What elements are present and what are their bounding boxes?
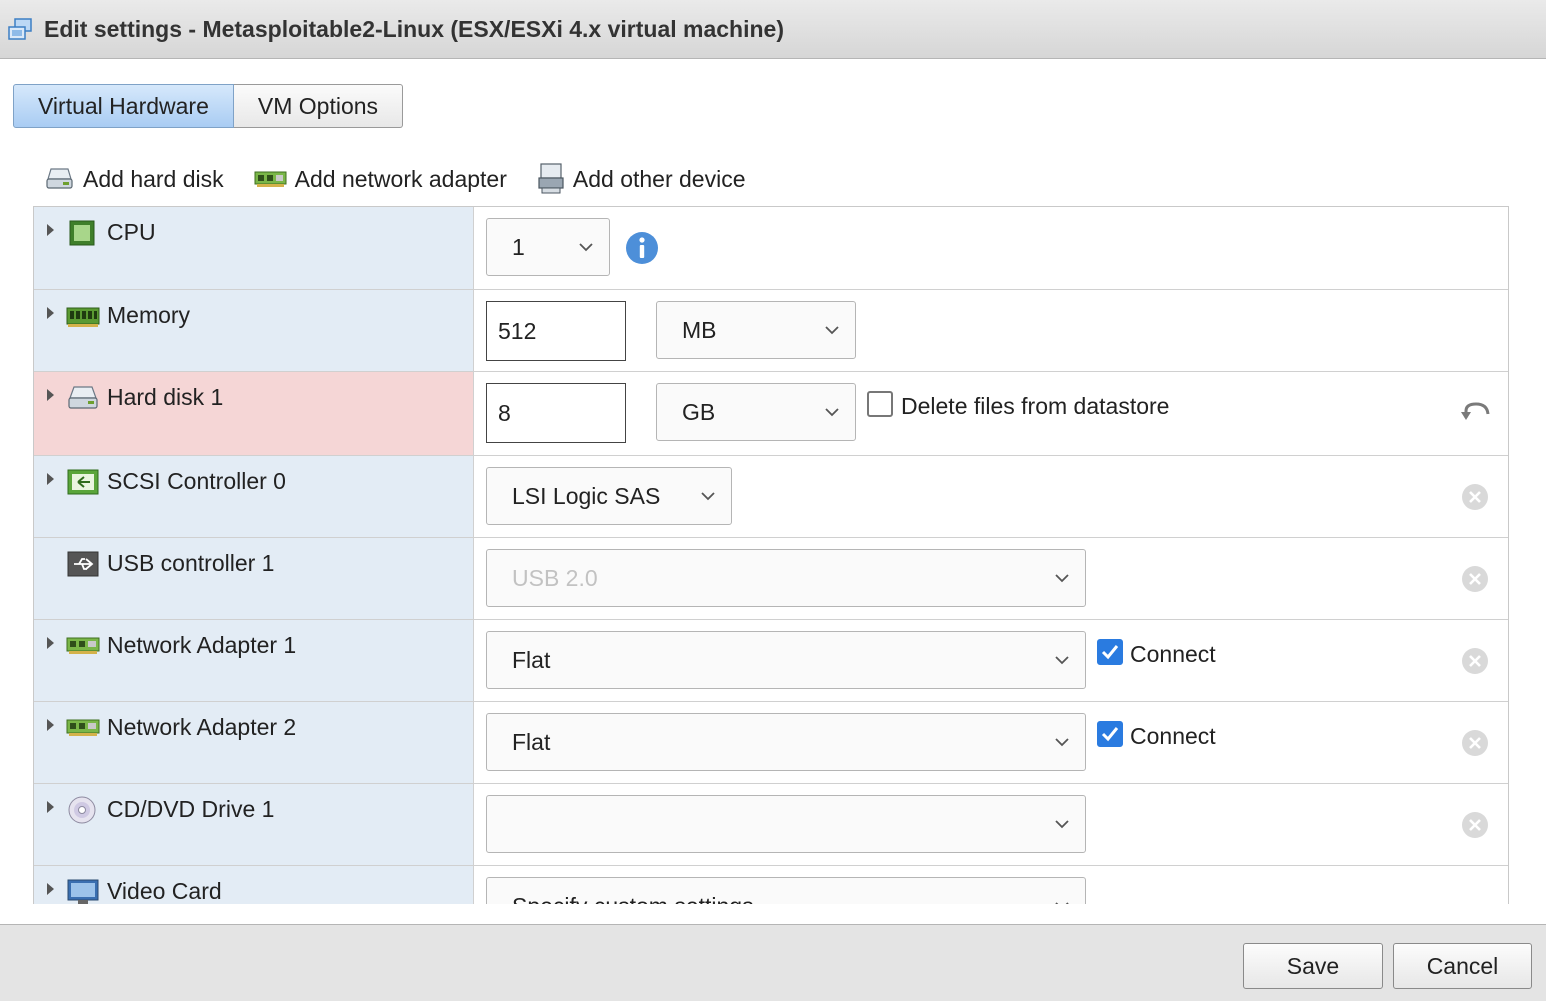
scsi-icon (67, 469, 99, 495)
add-other-device-label: Add other device (572, 165, 746, 192)
dialog-title: Edit settings - Metasploitable2-Linux (E… (44, 16, 784, 42)
device-label: Video Card (107, 878, 222, 904)
tab-virtual-hardware[interactable]: Virtual Hardware (13, 84, 234, 128)
scsi-type-select[interactable]: LSI Logic SAS (486, 467, 732, 525)
add-other-device-button[interactable]: Add other device (537, 163, 746, 195)
expand-caret[interactable] (47, 637, 54, 649)
memory-icon (66, 307, 100, 327)
add-network-adapter-button[interactable]: Add network adapter (254, 166, 507, 193)
checkmark-icon (1101, 727, 1119, 742)
connect-checkbox[interactable] (1097, 721, 1123, 747)
device-label: CPU (107, 219, 156, 245)
device-label: Network Adapter 1 (107, 632, 297, 658)
device-row-usb-controller-1: USB controller 1 USB 2.0 (34, 538, 1508, 620)
delete-files-label: Delete files from datastore (901, 393, 1170, 419)
device-row-cpu: CPU 1 (34, 207, 1508, 290)
delete-files-checkbox[interactable] (867, 391, 893, 417)
cpu-icon (69, 220, 95, 246)
cd-dvd-select[interactable] (486, 795, 1086, 853)
monitor-icon (67, 879, 99, 904)
info-icon[interactable] (625, 231, 659, 265)
hard-disk-icon (68, 386, 98, 409)
expand-caret[interactable] (47, 473, 54, 485)
device-label: USB controller 1 (107, 550, 275, 576)
disk-size-input[interactable]: 8 (486, 383, 626, 443)
add-hard-disk-button[interactable]: Add hard disk (44, 165, 224, 193)
connect-label: Connect (1130, 641, 1216, 667)
cd-dvd-icon (68, 796, 96, 824)
dialog-footer: Save Cancel (0, 924, 1546, 1001)
device-row-network-adapter-2: Network Adapter 2 Flat Connect (34, 702, 1508, 784)
device-row-cd-dvd-drive-1: CD/DVD Drive 1 (34, 784, 1508, 866)
network-card-icon (254, 171, 287, 187)
chevron-down-icon (579, 243, 593, 252)
network-card-icon (66, 637, 100, 654)
device-label: Memory (107, 302, 191, 328)
undo-icon[interactable] (1460, 398, 1492, 426)
tab-vm-options[interactable]: VM Options (233, 84, 404, 128)
expand-caret[interactable] (47, 307, 54, 319)
remove-device-icon[interactable] (1461, 647, 1489, 675)
device-label: Network Adapter 2 (107, 714, 297, 740)
chevron-down-icon (1055, 820, 1069, 829)
tab-bar: Virtual Hardware VM Options (13, 84, 404, 130)
chevron-down-icon (825, 326, 839, 335)
connect-label: Connect (1130, 723, 1216, 749)
title-bar: Edit settings - Metasploitable2-Linux (E… (0, 0, 1546, 59)
device-row-memory: Memory 512 MB (34, 290, 1508, 372)
expand-caret[interactable] (47, 389, 54, 401)
connect-checkbox[interactable] (1097, 639, 1123, 665)
device-row-scsi-controller-0: SCSI Controller 0 LSI Logic SAS (34, 456, 1508, 538)
expand-caret[interactable] (47, 883, 54, 895)
network-select[interactable]: Flat (486, 713, 1086, 771)
cancel-button[interactable]: Cancel (1393, 943, 1532, 989)
chevron-down-icon (1055, 574, 1069, 583)
save-button[interactable]: Save (1243, 943, 1383, 989)
cpu-count-select[interactable]: 1 (486, 218, 610, 276)
chevron-down-icon (1055, 902, 1069, 904)
add-hard-disk-label: Add hard disk (83, 165, 224, 192)
virtual-hardware-grid: CPU 1 Memory 512 MB Hard disk 1 8 GB Del… (33, 206, 1509, 904)
chevron-down-icon (701, 492, 715, 501)
usb-version-select[interactable]: USB 2.0 (486, 549, 1086, 607)
expand-caret[interactable] (47, 801, 54, 813)
hard-disk-icon (46, 168, 73, 189)
device-label: SCSI Controller 0 (107, 468, 286, 494)
video-card-select[interactable]: Specify custom settings (486, 877, 1086, 904)
remove-device-icon[interactable] (1461, 565, 1489, 593)
network-card-icon (66, 719, 100, 736)
device-label: CD/DVD Drive 1 (107, 796, 275, 822)
remove-device-icon[interactable] (1461, 729, 1489, 757)
chevron-down-icon (1055, 656, 1069, 665)
network-select[interactable]: Flat (486, 631, 1086, 689)
expand-caret[interactable] (47, 719, 54, 731)
usb-icon (67, 551, 99, 577)
device-row-network-adapter-1: Network Adapter 1 Flat Connect (34, 620, 1508, 702)
chevron-down-icon (825, 408, 839, 417)
checkmark-icon (1101, 645, 1119, 660)
device-icon (538, 163, 564, 194)
remove-device-icon[interactable] (1461, 811, 1489, 839)
add-network-adapter-label: Add network adapter (294, 165, 507, 192)
vm-settings-icon (8, 18, 32, 40)
expand-caret[interactable] (47, 224, 54, 236)
device-toolbar: Add hard disk Add network adapter Add ot… (44, 162, 776, 196)
chevron-down-icon (1055, 738, 1069, 747)
device-label: Hard disk 1 (107, 384, 224, 410)
device-row-video-card: Video Card Specify custom settings (34, 866, 1508, 904)
device-row-hard-disk-1: Hard disk 1 8 GB Delete files from datas… (34, 372, 1508, 456)
memory-size-input[interactable]: 512 (486, 301, 626, 361)
disk-unit-select[interactable]: GB (656, 383, 856, 441)
memory-unit-select[interactable]: MB (656, 301, 856, 359)
remove-device-icon[interactable] (1461, 483, 1489, 511)
